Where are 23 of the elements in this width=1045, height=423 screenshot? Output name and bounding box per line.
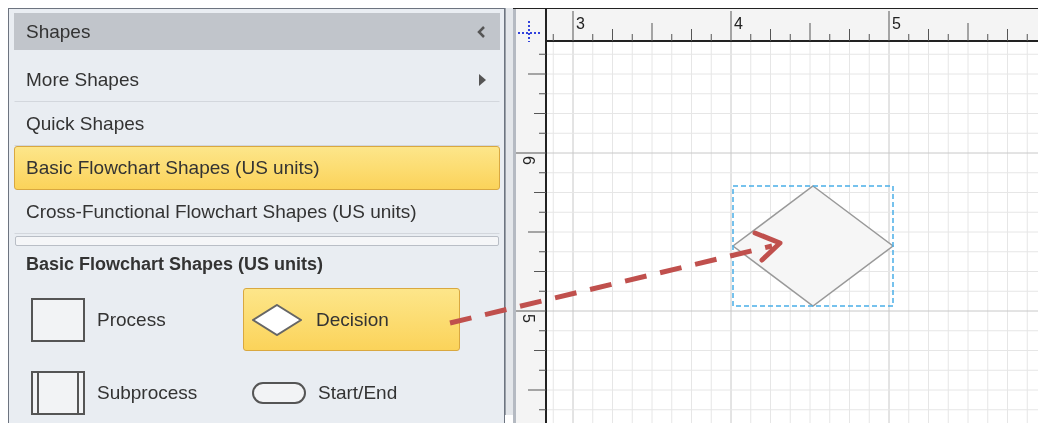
diamond-shape-icon: [252, 303, 302, 336]
stencil-title: Basic Flowchart Shapes (US units): [25, 253, 325, 276]
panel-splitter[interactable]: [15, 236, 499, 246]
ruler-label: 5: [520, 314, 537, 323]
stencil-shape-item[interactable]: Process: [22, 288, 239, 351]
submenu-arrow-icon: [478, 73, 487, 87]
stencil-menu-item[interactable]: More Shapes: [14, 58, 500, 102]
rounded-shape-icon: [252, 381, 306, 404]
stencil-shape-item[interactable]: Start/End: [243, 361, 460, 423]
ruler-label: 5: [892, 15, 901, 32]
stencil-menu-item[interactable]: Cross-Functional Flowchart Shapes (US units): [14, 190, 500, 234]
ruler-origin-icon[interactable]: [517, 20, 542, 43]
panel-title: Shapes: [26, 20, 91, 43]
process-shape-icon: [31, 297, 85, 342]
diamond-shape[interactable]: [731, 185, 895, 307]
subprocess-shape-icon: [31, 370, 85, 415]
ruler-label: 4: [734, 15, 743, 32]
stencil-shape-item[interactable]: Decision: [243, 288, 460, 351]
ruler-label: 3: [576, 15, 585, 32]
collapse-icon[interactable]: [477, 25, 486, 38]
stencil-menu-item[interactable]: Basic Flowchart Shapes (US units): [14, 146, 500, 190]
stencil-shape-item[interactable]: Subprocess: [22, 361, 239, 423]
ruler-label: 6: [520, 156, 537, 165]
